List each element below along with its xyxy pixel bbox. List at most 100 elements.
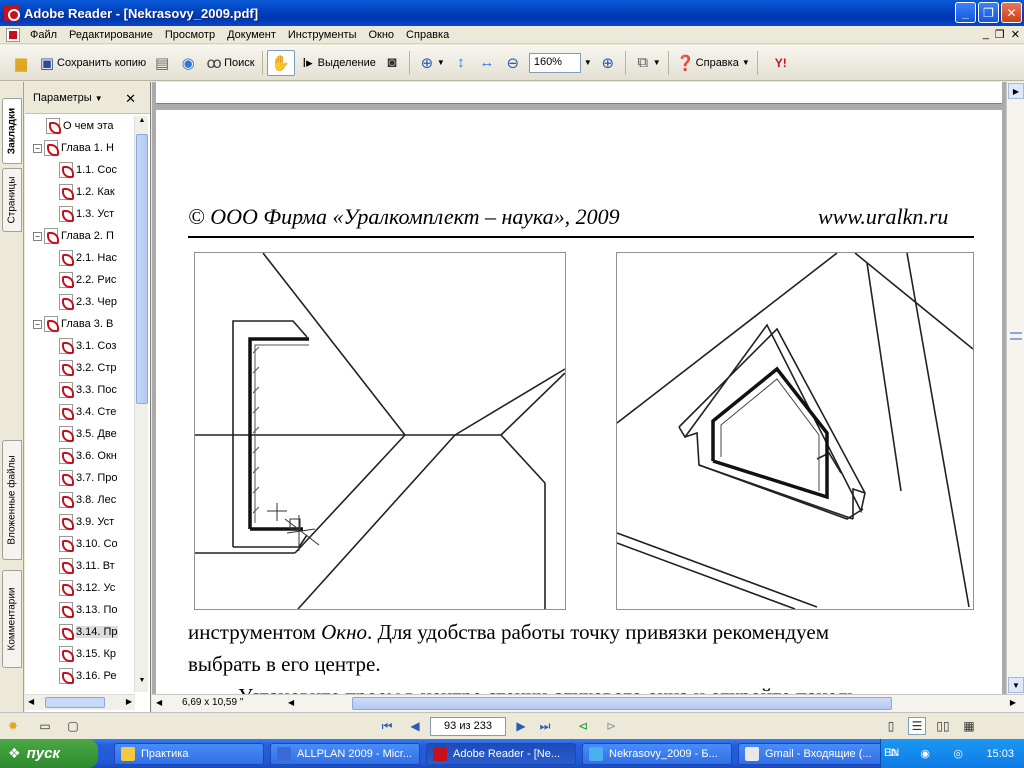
- facing-layout-icon[interactable]: ▯▯: [934, 717, 952, 735]
- open-button[interactable]: ▆: [8, 50, 34, 76]
- scroll-thumb[interactable]: [136, 134, 148, 404]
- fit-page-button[interactable]: ↕: [448, 50, 474, 76]
- start-button[interactable]: ❖ пуск: [0, 739, 98, 768]
- bookmarks-vertical-scrollbar[interactable]: ▲ ▼: [134, 116, 148, 692]
- bookmark-item[interactable]: 3.7. Про: [59, 468, 118, 488]
- bookmark-item[interactable]: − Глава 1. Н: [33, 138, 114, 158]
- bookmark-item[interactable]: О чем эта: [33, 116, 113, 136]
- bookmark-item[interactable]: 3.14. Пр: [59, 622, 118, 642]
- save-copy-button[interactable]: ▣ Сохранить копию: [34, 50, 149, 76]
- first-page-icon[interactable]: ⏮: [378, 717, 396, 735]
- bookmark-item[interactable]: 3.5. Две: [59, 424, 117, 444]
- zoom-out-button[interactable]: ⊖: [500, 50, 526, 76]
- email-button[interactable]: ◉: [175, 50, 201, 76]
- document-vertical-scrollbar[interactable]: ▶ ▼: [1006, 82, 1024, 694]
- bookmark-item[interactable]: 3.2. Стр: [59, 358, 117, 378]
- single-page-layout-icon[interactable]: ▯: [882, 717, 900, 735]
- minimize-button[interactable]: _: [955, 2, 976, 23]
- page-number-field[interactable]: 93 из 233: [430, 716, 506, 736]
- document-icon[interactable]: [6, 27, 20, 42]
- snapshot-button[interactable]: ◙: [379, 50, 405, 76]
- taskbar-button[interactable]: Nekrasovy_2009 - Б...: [582, 742, 732, 765]
- bookmark-item[interactable]: 3.10. Со: [59, 534, 118, 554]
- scroll-down-icon[interactable]: ▼: [1008, 677, 1024, 693]
- collapse-icon[interactable]: −: [33, 231, 42, 241]
- clock[interactable]: 15:03: [986, 748, 1014, 760]
- zoom-tool-button[interactable]: ⊕ ▼: [414, 50, 448, 76]
- previous-page-icon[interactable]: ◀: [406, 717, 424, 735]
- menu-edit[interactable]: Редактирование: [63, 29, 159, 41]
- scroll-left-icon[interactable]: ◀: [28, 697, 34, 706]
- language-indicator[interactable]: EN: [884, 747, 899, 759]
- taskbar-button[interactable]: Adobe Reader - [Ne...: [426, 742, 576, 765]
- bookmark-item[interactable]: 1.1. Сос: [59, 160, 117, 180]
- doc-restore-button[interactable]: ❐: [995, 28, 1005, 41]
- taskbar-button[interactable]: Gmail - Входящие (...: [738, 742, 888, 765]
- scroll-up-icon[interactable]: ▲: [136, 117, 148, 131]
- zoom-level-select[interactable]: 160% ▼: [526, 50, 595, 76]
- forward-view-icon[interactable]: ⊳: [602, 717, 620, 735]
- taskbar-button[interactable]: ALLPLAN 2009 - Micr...: [270, 742, 420, 765]
- bookmark-item[interactable]: 3.4. Сте: [59, 402, 116, 422]
- bookmark-item[interactable]: 2.2. Рис: [59, 270, 116, 290]
- zoom-level-value[interactable]: 160%: [528, 52, 581, 73]
- document-horizontal-scrollbar[interactable]: ◀ 6,69 x 10,59 " ◀ ▶: [152, 694, 1024, 712]
- security-icon[interactable]: ◎: [953, 747, 963, 760]
- scroll-right-icon[interactable]: ▶: [126, 697, 132, 706]
- restore-button[interactable]: ❐: [978, 2, 999, 23]
- bookmark-item[interactable]: 3.15. Кр: [59, 644, 116, 664]
- doc-close-button[interactable]: ✕: [1011, 28, 1020, 41]
- bookmark-item[interactable]: 2.3. Чер: [59, 292, 117, 312]
- continuous-facing-layout-icon[interactable]: ▦: [960, 717, 978, 735]
- options-menu-button[interactable]: Параметры ▼: [33, 92, 103, 104]
- scroll-thumb[interactable]: [352, 697, 892, 710]
- document-viewport[interactable]: © ООО Фирма «Уралкомплект – наука», 2009…: [152, 82, 1006, 694]
- menu-view[interactable]: Просмотр: [159, 29, 221, 41]
- menu-tools[interactable]: Инструменты: [282, 29, 363, 41]
- bookmarks-horizontal-scrollbar[interactable]: ◀ ▶: [25, 694, 135, 710]
- scroll-left-icon[interactable]: ◀: [156, 698, 162, 707]
- zoom-in-button[interactable]: ⊕: [595, 50, 621, 76]
- close-button[interactable]: ✕: [1001, 2, 1022, 23]
- scroll-right-icon[interactable]: ▶: [1010, 698, 1016, 707]
- next-page-icon[interactable]: ▶: [512, 717, 530, 735]
- bookmark-item[interactable]: 3.8. Лес: [59, 490, 116, 510]
- hand-tool-button[interactable]: ✋: [266, 49, 295, 76]
- bookmark-item[interactable]: 3.16. Ре: [59, 666, 117, 686]
- scroll-down-icon[interactable]: ▼: [136, 677, 148, 691]
- bookmark-item[interactable]: 3.3. Пос: [59, 380, 117, 400]
- tab-bookmarks[interactable]: Закладки: [2, 98, 22, 164]
- print-button[interactable]: ▤: [149, 50, 175, 76]
- bookmark-item[interactable]: 3.13. По: [59, 600, 118, 620]
- continuous-layout-icon[interactable]: ☰: [908, 717, 926, 735]
- search-button[interactable]: ꝏ Поиск: [201, 50, 257, 76]
- tab-comments[interactable]: Комментарии: [2, 570, 22, 668]
- window-icon[interactable]: ▢: [64, 717, 82, 735]
- bookmark-item[interactable]: 3.9. Уст: [59, 512, 114, 532]
- monitor-icon[interactable]: ▭: [36, 717, 54, 735]
- close-pane-icon[interactable]: ✕: [125, 91, 136, 107]
- bookmark-item[interactable]: 1.3. Уст: [59, 204, 114, 224]
- scroll-thumb[interactable]: [1010, 332, 1022, 340]
- help-button[interactable]: ❓ Справка ▼: [673, 50, 753, 76]
- last-page-icon[interactable]: ⏭: [536, 717, 554, 735]
- collapse-icon[interactable]: −: [33, 319, 42, 329]
- tab-attachments[interactable]: Вложенные файлы: [2, 440, 22, 560]
- bookmark-item[interactable]: 3.1. Соз: [59, 336, 116, 356]
- back-view-icon[interactable]: ⊲: [574, 717, 592, 735]
- bookmark-item[interactable]: 3.6. Окн: [59, 446, 117, 466]
- scroll-left-icon[interactable]: ◀: [288, 698, 294, 707]
- fit-width-button[interactable]: ↔: [474, 50, 500, 76]
- collapse-icon[interactable]: −: [33, 143, 42, 153]
- tab-pages[interactable]: Страницы: [2, 168, 22, 232]
- scroll-up-icon[interactable]: ▶: [1008, 83, 1024, 99]
- menu-help[interactable]: Справка: [400, 29, 455, 41]
- select-tool-button[interactable]: I▸ Выделение: [295, 50, 379, 76]
- bookmark-item[interactable]: 1.2. Как: [59, 182, 115, 202]
- taskbar-button[interactable]: Практика: [114, 742, 264, 765]
- scroll-thumb[interactable]: [45, 697, 105, 708]
- bookmark-item[interactable]: − Глава 2. П: [33, 226, 114, 246]
- bookmark-item[interactable]: 3.11. Вт: [59, 556, 115, 576]
- volume-icon[interactable]: ◉: [920, 747, 930, 760]
- menu-file[interactable]: Файл: [24, 29, 63, 41]
